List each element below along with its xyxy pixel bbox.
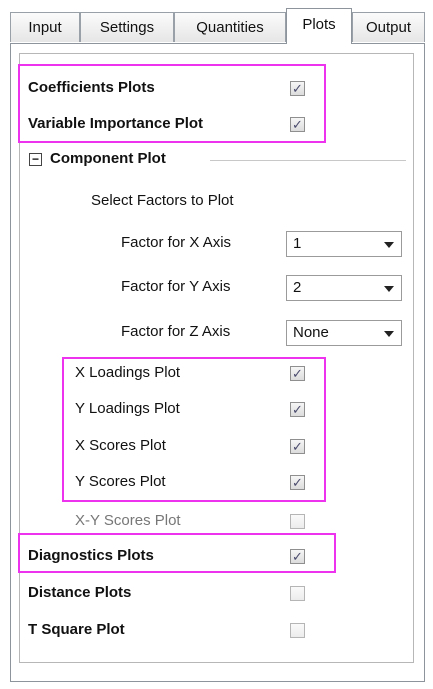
factor-y-select[interactable]: 2 xyxy=(286,275,402,301)
component-plot-label: Component Plot xyxy=(50,150,166,167)
factor-x-label: Factor for X Axis xyxy=(121,234,232,251)
dropdown-arrow-icon xyxy=(384,286,394,292)
t-square-plot-label: T Square Plot xyxy=(28,621,125,638)
select-factors-row: Select Factors to Plot xyxy=(20,188,413,216)
distance-plots-checkbox[interactable] xyxy=(290,586,305,601)
highlight-box-middle xyxy=(62,357,326,502)
factor-z-select[interactable]: None xyxy=(286,320,402,346)
factor-y-row: Factor for Y Axis 2 xyxy=(20,274,413,302)
tab-settings-label: Settings xyxy=(99,19,155,36)
tab-plots-label: Plots xyxy=(302,16,336,33)
factor-z-label: Factor for Z Axis xyxy=(121,323,231,340)
factor-x-select[interactable]: 1 xyxy=(286,231,402,257)
highlight-box-top xyxy=(18,64,326,143)
xy-scores-label: X-Y Scores Plot xyxy=(75,512,181,529)
t-square-plot-row: T Square Plot xyxy=(20,617,413,645)
factor-z-row: Factor for Z Axis None xyxy=(20,319,413,347)
component-plot-header: − Component Plot xyxy=(20,146,413,174)
factor-x-value: 1 xyxy=(293,235,302,252)
tab-quantities-label: Quantities xyxy=(196,19,264,36)
tab-input[interactable]: Input xyxy=(10,12,80,42)
dropdown-arrow-icon xyxy=(384,331,394,337)
distance-plots-label: Distance Plots xyxy=(28,584,132,601)
factor-y-label: Factor for Y Axis xyxy=(121,278,231,295)
tab-plots[interactable]: Plots xyxy=(286,8,352,44)
t-square-plot-checkbox[interactable] xyxy=(290,623,305,638)
distance-plots-row: Distance Plots xyxy=(20,580,413,608)
factor-y-value: 2 xyxy=(293,279,302,296)
select-factors-label: Select Factors to Plot xyxy=(91,192,234,209)
xy-scores-row: X-Y Scores Plot xyxy=(20,508,413,536)
tab-settings[interactable]: Settings xyxy=(80,12,174,42)
factor-x-row: Factor for X Axis 1 xyxy=(20,230,413,258)
collapse-icon[interactable]: − xyxy=(29,153,42,166)
factor-z-value: None xyxy=(293,324,329,341)
tab-quantities[interactable]: Quantities xyxy=(174,12,286,42)
tab-output-label: Output xyxy=(365,19,412,36)
dropdown-arrow-icon xyxy=(384,242,394,248)
xy-scores-checkbox[interactable] xyxy=(290,514,305,529)
tab-input-label: Input xyxy=(28,19,62,36)
group-divider xyxy=(210,160,406,161)
tab-bar: Input Settings Quantities Plots Output xyxy=(10,0,425,46)
highlight-box-bottom xyxy=(18,533,336,573)
tab-output[interactable]: Output xyxy=(352,12,425,42)
